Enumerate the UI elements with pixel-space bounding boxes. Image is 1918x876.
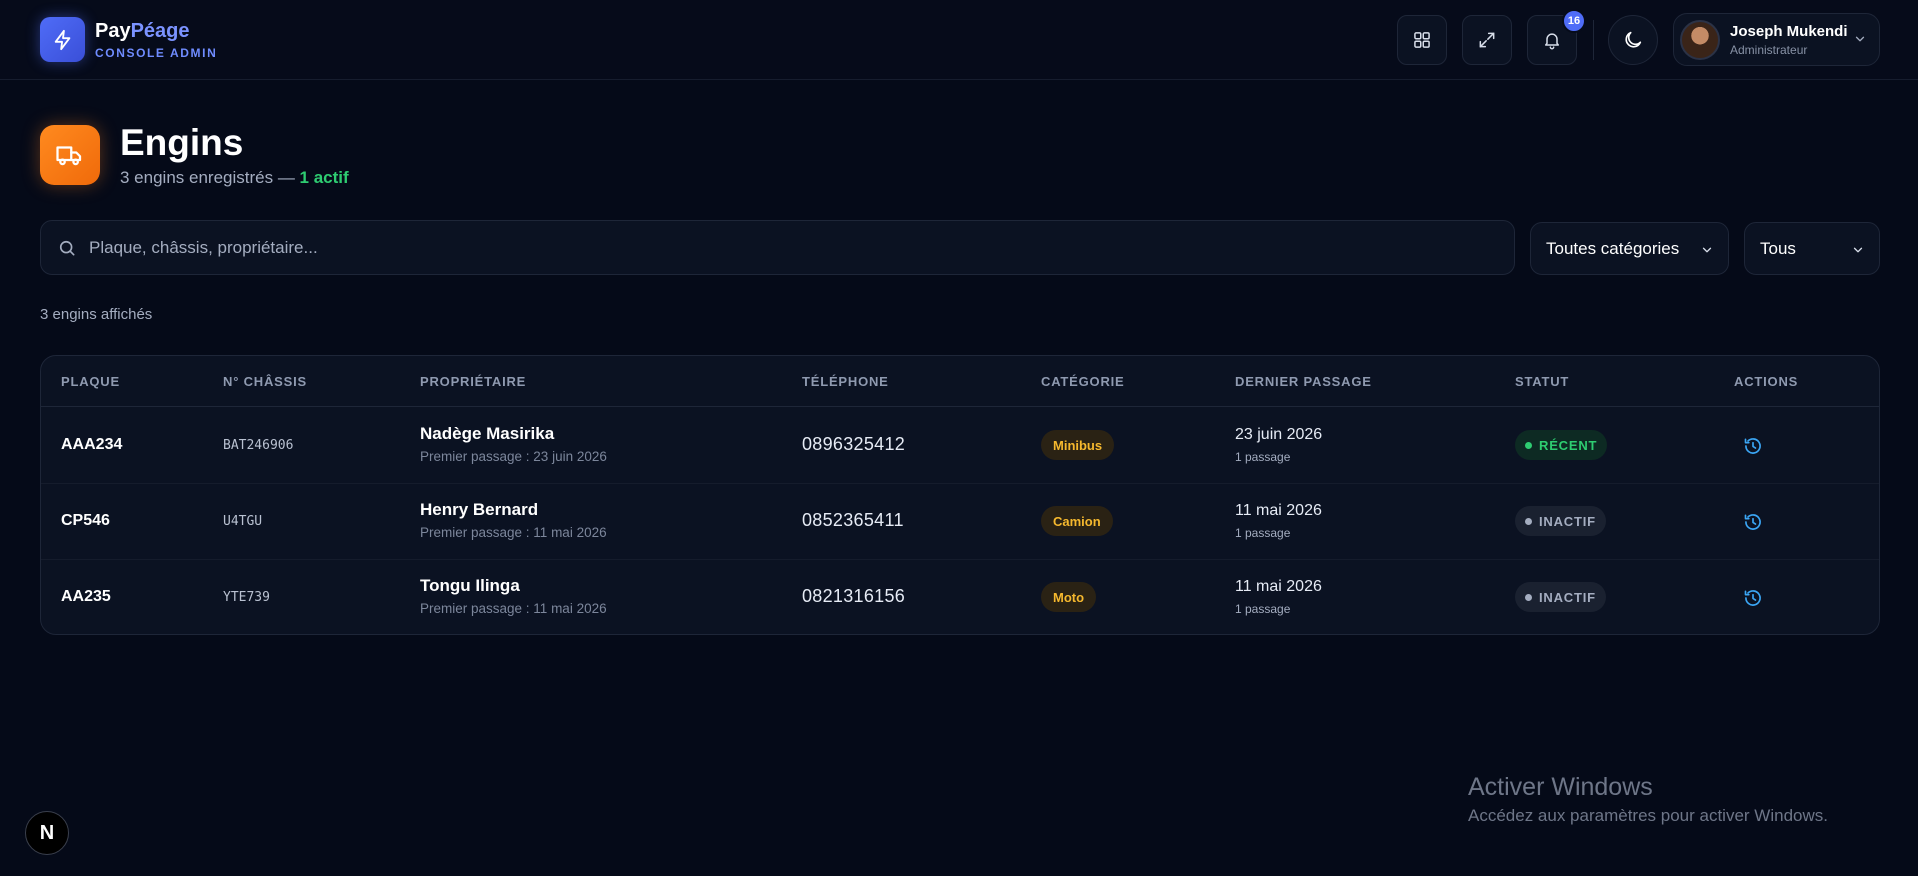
- owner-first-pass: Premier passage : 23 juin 2026: [420, 449, 607, 464]
- last-pass-count: 1 passage: [1235, 602, 1291, 616]
- page-title: Engins: [120, 122, 244, 163]
- moon-icon: [1625, 31, 1642, 48]
- nextjs-dev-badge[interactable]: N: [25, 811, 69, 855]
- top-bar: PayPéage CONSOLE ADMIN 16 Joseph Mukendi…: [0, 0, 1918, 80]
- divider: [1593, 20, 1594, 60]
- table-row[interactable]: AAA234 BAT246906 Nadège Masirika Premier…: [41, 408, 1879, 484]
- category-badge: Minibus: [1041, 430, 1115, 460]
- truck-icon: [40, 125, 100, 185]
- user-menu[interactable]: Joseph Mukendi Administrateur: [1673, 13, 1880, 66]
- status-label: RÉCENT: [1539, 437, 1598, 453]
- chevron-down-icon: [1853, 247, 1863, 253]
- avatar: [1680, 19, 1720, 60]
- search-box[interactable]: [40, 220, 1515, 275]
- user-name: Joseph Mukendi: [1730, 22, 1848, 40]
- brand-name-part1: Pay: [95, 19, 131, 42]
- active-count: 1 actif: [299, 168, 349, 187]
- status-dot: [1525, 593, 1532, 601]
- status-dot: [1525, 441, 1532, 449]
- plate-cell: AAA234: [61, 436, 123, 453]
- history-button[interactable]: [1741, 510, 1765, 534]
- owner-name: Henry Bernard: [420, 500, 539, 519]
- expand-icon: [1479, 32, 1495, 48]
- table-row[interactable]: AA235 YTE739 Tongu Ilinga Premier passag…: [41, 560, 1879, 634]
- status-select-value: Tous: [1760, 238, 1796, 258]
- chevron-down-icon: [1855, 36, 1865, 42]
- header-category[interactable]: CATÉGORIE: [1041, 374, 1125, 389]
- brand-name: PayPéage: [95, 20, 217, 42]
- owner-name: Tongu Ilinga: [420, 576, 520, 595]
- fullscreen-button[interactable]: [1462, 15, 1512, 65]
- notification-count-badge: 16: [1562, 9, 1586, 33]
- bell-icon: [1545, 33, 1559, 50]
- header-status[interactable]: STATUT: [1515, 374, 1569, 389]
- chassis-cell: U4TGU: [223, 514, 263, 529]
- chassis-cell: BAT246906: [223, 438, 294, 453]
- table-row[interactable]: CP546 U4TGU Henry Bernard Premier passag…: [41, 484, 1879, 560]
- owner-name: Nadège Masirika: [420, 424, 555, 443]
- brand-name-part2: Péage: [130, 19, 190, 42]
- last-pass-count: 1 passage: [1235, 526, 1291, 540]
- plate-cell: AA235: [61, 588, 111, 605]
- status-badge: INACTIF: [1515, 506, 1606, 536]
- phone-cell: 0821316156: [802, 586, 906, 606]
- phone-cell: 0852365411: [802, 510, 904, 530]
- bolt-icon: [40, 17, 85, 62]
- status-badge: RÉCENT: [1515, 430, 1608, 460]
- history-icon: [1744, 438, 1761, 454]
- page-subtitle-prefix: 3 engins enregistrés —: [120, 168, 300, 187]
- header-plate[interactable]: PLAQUE: [61, 374, 120, 389]
- history-icon: [1744, 514, 1761, 530]
- watermark-title: Activer Windows: [1468, 773, 1653, 801]
- last-pass-date: 11 mai 2026: [1235, 578, 1322, 595]
- grid-icon: [1414, 32, 1430, 48]
- category-select[interactable]: Toutes catégories: [1530, 222, 1729, 275]
- status-select[interactable]: Tous: [1744, 222, 1880, 275]
- user-info: Joseph Mukendi Administrateur: [1730, 23, 1848, 57]
- header-chassis[interactable]: N° CHÂSSIS: [223, 374, 307, 389]
- history-button[interactable]: [1741, 586, 1765, 610]
- status-badge: INACTIF: [1515, 582, 1606, 612]
- status-label: INACTIF: [1539, 513, 1596, 529]
- category-badge: Camion: [1041, 506, 1113, 536]
- search-icon: [59, 240, 75, 255]
- phone-cell: 0896325412: [802, 434, 906, 454]
- owner-first-pass: Premier passage : 11 mai 2026: [420, 601, 607, 616]
- status-dot: [1525, 517, 1532, 525]
- chevron-down-icon: [1702, 247, 1712, 253]
- last-pass-date: 11 mai 2026: [1235, 502, 1322, 519]
- owner-first-pass: Premier passage : 11 mai 2026: [420, 525, 607, 540]
- brand-text: PayPéage CONSOLE ADMIN: [95, 20, 217, 60]
- windows-activation-watermark: Activer Windows Accédez aux paramètres p…: [1468, 773, 1828, 826]
- page-subtitle: 3 engins enregistrés — 1 actif: [120, 168, 349, 188]
- status-label: INACTIF: [1539, 589, 1596, 605]
- category-select-value: Toutes catégories: [1546, 238, 1680, 258]
- header-owner[interactable]: PROPRIÉTAIRE: [420, 374, 526, 389]
- vehicles-table: PLAQUE N° CHÂSSIS PROPRIÉTAIRE TÉLÉPHONE…: [40, 355, 1880, 635]
- brand-subtitle: CONSOLE ADMIN: [95, 45, 218, 60]
- notifications-button[interactable]: 16: [1527, 9, 1586, 65]
- last-pass-count: 1 passage: [1235, 450, 1291, 464]
- brand[interactable]: PayPéage CONSOLE ADMIN: [40, 17, 217, 62]
- search-input[interactable]: [89, 237, 1469, 258]
- history-icon: [1744, 590, 1761, 606]
- chassis-cell: YTE739: [223, 590, 270, 605]
- header-phone[interactable]: TÉLÉPHONE: [802, 374, 889, 389]
- watermark-subtitle: Accédez aux paramètres pour activer Wind…: [1468, 806, 1828, 825]
- category-badge: Moto: [1041, 582, 1097, 612]
- table-header: PLAQUE N° CHÂSSIS PROPRIÉTAIRE TÉLÉPHONE…: [41, 356, 1879, 407]
- result-count: 3 engins affichés: [40, 306, 153, 323]
- plate-cell: CP546: [61, 512, 110, 529]
- header-actions: ACTIONS: [1734, 374, 1799, 389]
- theme-toggle-button[interactable]: [1608, 15, 1658, 65]
- apps-grid-button[interactable]: [1397, 15, 1447, 65]
- user-role: Administrateur: [1730, 42, 1808, 57]
- header-last-pass[interactable]: DERNIER PASSAGE: [1235, 374, 1372, 389]
- history-button[interactable]: [1741, 434, 1765, 458]
- last-pass-date: 23 juin 2026: [1235, 426, 1323, 443]
